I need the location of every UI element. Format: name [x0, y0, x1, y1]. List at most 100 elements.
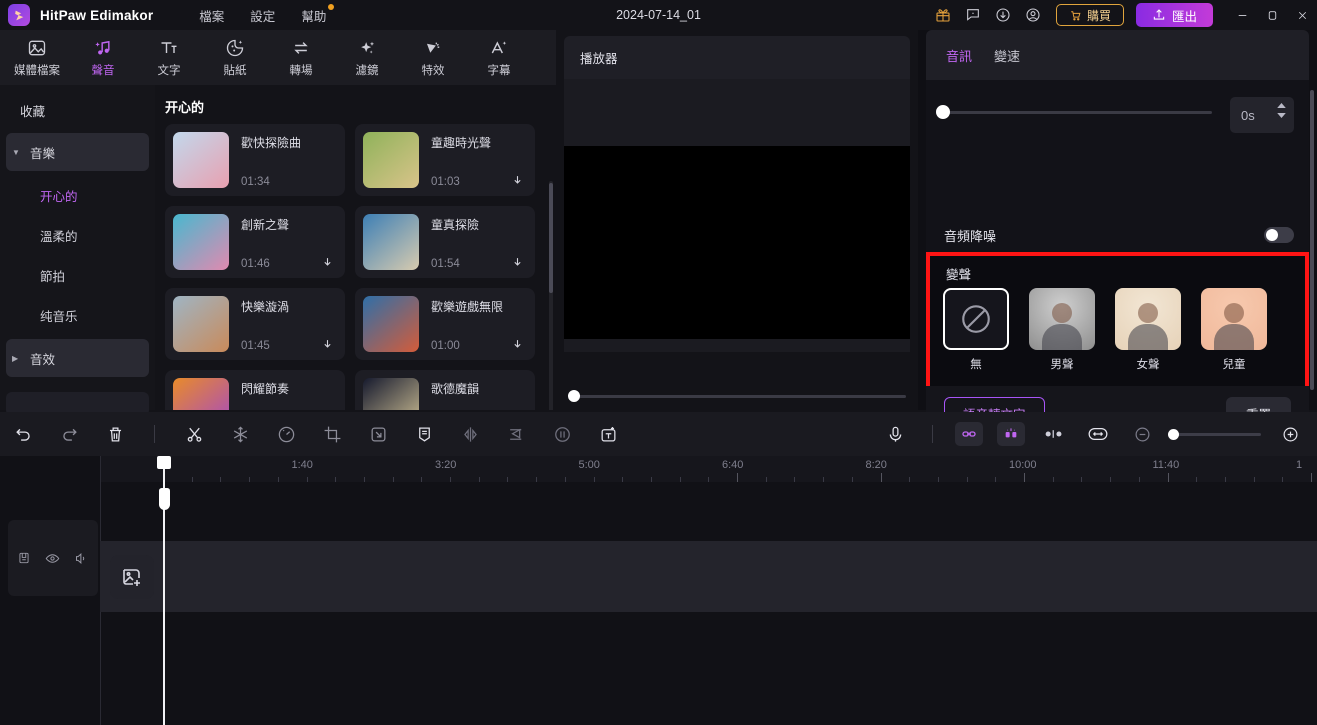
- gift-icon[interactable]: [928, 0, 958, 30]
- player-title: 播放器: [580, 52, 618, 66]
- ruler-label: 5:00: [578, 459, 600, 471]
- download-icon[interactable]: [507, 334, 527, 354]
- mirror-icon[interactable]: [455, 419, 485, 449]
- player-progress-handle[interactable]: [568, 390, 580, 402]
- zoom-out-button[interactable]: [1127, 419, 1157, 449]
- feedback-icon[interactable]: [958, 0, 988, 30]
- music-card[interactable]: 創新之聲 01:46: [165, 206, 345, 278]
- music-card[interactable]: 童真探險 01:54: [355, 206, 535, 278]
- ruler-tick: [536, 477, 538, 482]
- denoise-toggle[interactable]: [1264, 227, 1294, 243]
- video-preview-area[interactable]: [564, 79, 910, 352]
- download-icon[interactable]: [988, 0, 1018, 30]
- eye-icon[interactable]: [45, 551, 60, 566]
- tab-text[interactable]: 文字: [136, 33, 202, 83]
- fade-value-stepper[interactable]: 0s: [1230, 97, 1294, 133]
- category-sidebar: 收藏 ▼ 音樂 开心的 溫柔的 節拍 纯音乐 ▶ 音效: [0, 85, 155, 416]
- minimize-icon[interactable]: [1227, 0, 1257, 30]
- tab-speed[interactable]: 變速: [994, 46, 1020, 65]
- music-card[interactable]: 閃耀節奏: [165, 370, 345, 410]
- properties-scrollbar[interactable]: [1310, 90, 1314, 390]
- download-icon[interactable]: [317, 334, 337, 354]
- undo-icon[interactable]: [8, 419, 38, 449]
- menu-settings[interactable]: 設定: [250, 6, 275, 25]
- tab-audio[interactable]: 聲音: [70, 33, 136, 83]
- toolbar-divider-right: [932, 425, 933, 443]
- voice-option-voice-child[interactable]: 兒童: [1200, 288, 1268, 372]
- split-icon[interactable]: [179, 419, 209, 449]
- rotate-icon[interactable]: [547, 419, 577, 449]
- freeze-icon[interactable]: [225, 419, 255, 449]
- export-button[interactable]: 匯出: [1135, 3, 1213, 27]
- account-icon[interactable]: [1018, 0, 1048, 30]
- speed-icon[interactable]: [271, 419, 301, 449]
- music-scrollbar-thumb[interactable]: [549, 183, 553, 293]
- ruler-tick: [679, 477, 681, 482]
- zoom-slider-knob[interactable]: [1168, 428, 1179, 440]
- playhead-handle[interactable]: [159, 488, 170, 510]
- zoom-in-button[interactable]: [1275, 419, 1305, 449]
- close-icon[interactable]: [1287, 0, 1317, 30]
- voice-option-voice-male[interactable]: 男聲: [1028, 288, 1096, 372]
- voice-option-voice-female[interactable]: 女聲: [1114, 288, 1182, 372]
- timeline-ruler[interactable]: 1:40 3:20 5:00 6:40 8:20 10:00 11:40 1: [100, 456, 1317, 482]
- keyframe-icon[interactable]: [1039, 419, 1069, 449]
- video-canvas[interactable]: [564, 146, 910, 339]
- maximize-icon[interactable]: [1257, 0, 1287, 30]
- crop-icon[interactable]: [317, 419, 347, 449]
- player-progress-track[interactable]: [576, 395, 906, 398]
- zoom-slider-track[interactable]: [1168, 428, 1261, 440]
- subcategory-happy[interactable]: 开心的: [6, 175, 149, 215]
- subcategory-beat-label: 節拍: [40, 269, 66, 284]
- menu-file[interactable]: 檔案: [199, 6, 224, 25]
- marker-icon[interactable]: [409, 419, 439, 449]
- music-card[interactable]: 歡樂遊戲無限 01:00: [355, 288, 535, 360]
- tab-transition[interactable]: 轉場: [268, 33, 334, 83]
- tab-effect[interactable]: 特效: [400, 33, 466, 83]
- voice-option-voice-none[interactable]: 無: [942, 288, 1010, 372]
- download-icon[interactable]: [507, 252, 527, 272]
- edit-toolbar: [0, 412, 1317, 456]
- edit-toolbar-left: [0, 419, 623, 449]
- category-sfx[interactable]: ▶ 音效: [6, 339, 149, 377]
- tab-filter[interactable]: 濾鏡: [334, 33, 400, 83]
- tab-subtitle[interactable]: 字幕: [466, 33, 532, 83]
- subcategory-beat[interactable]: 節拍: [6, 255, 149, 295]
- add-media-button[interactable]: [110, 555, 154, 599]
- properties-panel: 音訊 變速 0s 音頻降噪 變聲 無男聲 女聲 兒童: [918, 30, 1317, 440]
- ruler-tick: [335, 477, 337, 482]
- add-text-icon[interactable]: [593, 419, 623, 449]
- volume-icon[interactable]: [74, 551, 89, 566]
- music-card[interactable]: 歌德魔韻: [355, 370, 535, 410]
- download-icon[interactable]: [507, 170, 527, 190]
- redo-icon[interactable]: [54, 419, 84, 449]
- tab-sticker[interactable]: 貼紙: [202, 33, 268, 83]
- player-progress-row[interactable]: [564, 390, 910, 402]
- voice-changer-label: 變聲: [946, 268, 972, 282]
- music-card[interactable]: 童趣時光聲 01:03: [355, 124, 535, 196]
- magnet-icon[interactable]: [997, 422, 1025, 446]
- delete-icon[interactable]: [100, 419, 130, 449]
- category-favorites[interactable]: 收藏: [6, 91, 149, 129]
- ruler-label: 11:40: [1152, 459, 1180, 471]
- fit-icon[interactable]: [1083, 419, 1113, 449]
- link-icon[interactable]: [955, 422, 983, 446]
- subcategory-instrumental[interactable]: 纯音乐: [6, 295, 149, 335]
- download-icon[interactable]: [317, 252, 337, 272]
- music-card[interactable]: 歡快探險曲 01:34: [165, 124, 345, 196]
- category-music[interactable]: ▼ 音樂: [6, 133, 149, 171]
- subcategory-gentle[interactable]: 溫柔的: [6, 215, 149, 255]
- fade-slider-knob[interactable]: [936, 105, 950, 119]
- tab-audio-settings[interactable]: 音訊: [946, 46, 972, 65]
- fade-slider-track[interactable]: [942, 111, 1212, 114]
- buy-button[interactable]: 購買: [1055, 4, 1124, 26]
- tab-media[interactable]: 媒體檔案: [4, 33, 70, 83]
- align-icon[interactable]: [501, 419, 531, 449]
- export-frame-icon[interactable]: [363, 419, 393, 449]
- playhead-top[interactable]: [157, 456, 171, 469]
- music-card[interactable]: 快樂漩渦 01:45: [165, 288, 345, 360]
- video-track-lane[interactable]: [100, 541, 1317, 612]
- lock-icon[interactable]: [17, 551, 31, 565]
- menu-help[interactable]: 幫助: [301, 3, 335, 25]
- microphone-icon[interactable]: [880, 419, 910, 449]
